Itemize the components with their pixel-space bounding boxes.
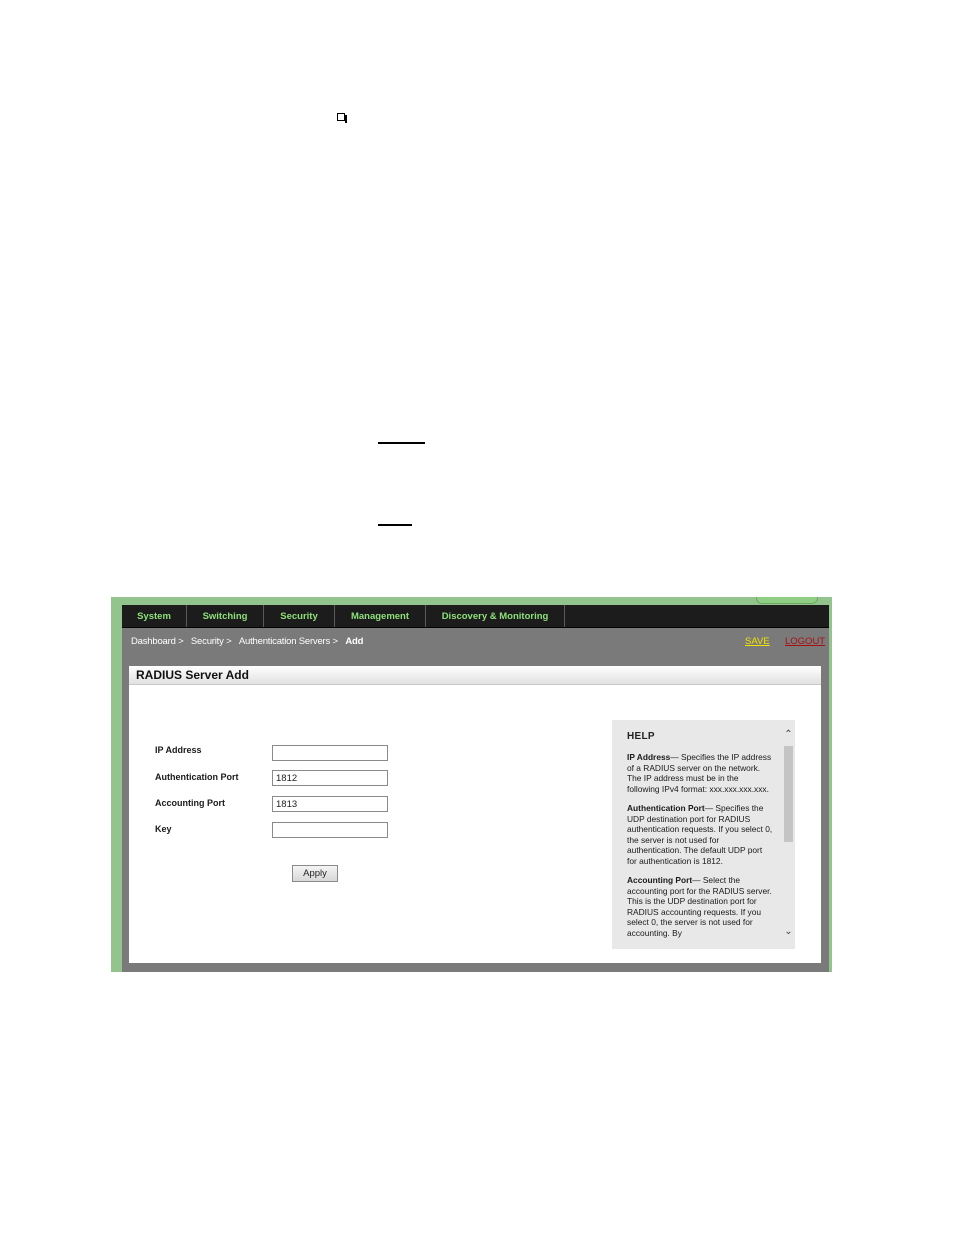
help-title: HELP (627, 731, 655, 742)
key-input[interactable] (272, 822, 388, 838)
nav-switching[interactable]: Switching (187, 605, 264, 627)
breadcrumb-authentication-servers[interactable]: Authentication Servers > (239, 636, 338, 647)
app-window: System Switching Security Management Dis… (122, 605, 829, 972)
key-label: Key (155, 824, 172, 834)
checkbox-bullet-icon (337, 113, 347, 123)
accounting-port-label: Accounting Port (155, 798, 225, 808)
underline-rule (378, 442, 425, 444)
nav-management[interactable]: Management (335, 605, 426, 627)
chevron-down-icon[interactable]: ⌄ (783, 926, 794, 937)
breadcrumb: Dashboard > Security > Authentication Se… (131, 636, 363, 647)
content-panel: RADIUS Server Add IP Address Authenticat… (129, 666, 821, 963)
chevron-up-icon[interactable]: ⌃ (783, 729, 794, 740)
help-scrollbar[interactable]: ⌃ ⌄ (782, 720, 795, 949)
underline-rule (378, 524, 412, 526)
breadcrumb-current: Add (345, 636, 364, 647)
scroll-thumb[interactable] (784, 746, 793, 842)
help-panel: HELP IP Address— Specifies the IP addres… (612, 720, 795, 949)
nav-discovery-monitoring[interactable]: Discovery & Monitoring (426, 605, 565, 627)
breadcrumb-dashboard[interactable]: Dashboard > (131, 636, 184, 647)
help-term: Accounting Port (627, 875, 693, 885)
top-navigation: System Switching Security Management Dis… (122, 605, 829, 628)
save-link[interactable]: SAVE (745, 636, 770, 647)
breadcrumb-security[interactable]: Security > (191, 636, 232, 647)
nav-security[interactable]: Security (264, 605, 335, 627)
accounting-port-input[interactable] (272, 796, 388, 812)
nav-system[interactable]: System (122, 605, 187, 627)
ip-address-label: IP Address (155, 745, 202, 755)
green-tab-decoration (756, 597, 818, 604)
screenshot-frame: System Switching Security Management Dis… (111, 597, 832, 972)
help-text: IP Address— Specifies the IP address of … (627, 752, 773, 947)
authentication-port-label: Authentication Port (155, 772, 239, 782)
apply-button[interactable]: Apply (292, 865, 338, 882)
page-title: RADIUS Server Add (136, 668, 249, 682)
authentication-port-input[interactable] (272, 770, 388, 786)
help-term: Authentication Port (627, 803, 705, 813)
help-section: Accounting Port— Select the accounting p… (627, 875, 773, 938)
logout-link[interactable]: LOGOUT (785, 636, 825, 647)
ip-address-input[interactable] (272, 745, 388, 761)
panel-header: RADIUS Server Add (129, 666, 821, 685)
help-term: IP Address (627, 752, 671, 762)
help-section: Authentication Port— Specifies the UDP d… (627, 803, 773, 866)
help-section: IP Address— Specifies the IP address of … (627, 752, 773, 794)
